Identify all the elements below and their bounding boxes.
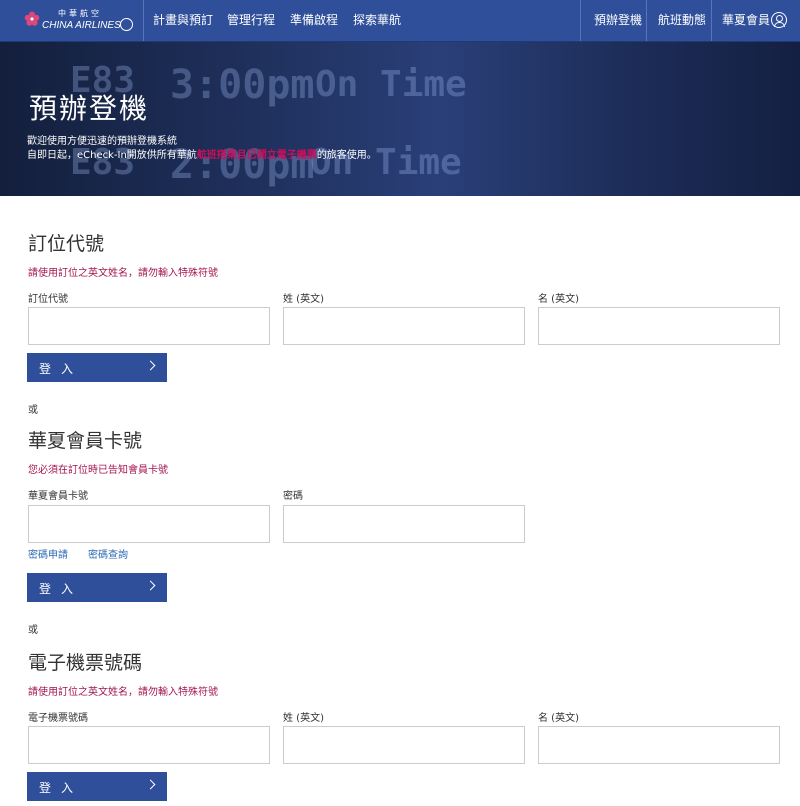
nav-explore[interactable]: 探索華航 [353,0,401,41]
chevron-right-icon [145,580,156,591]
eticket-input[interactable] [28,726,270,764]
last-name-input[interactable] [283,726,525,764]
field-label-last-name: 姓 (英文) [283,713,324,724]
first-name-input[interactable] [538,307,780,345]
password-query-link[interactable]: 密碼查詢 [88,546,128,561]
field-label-password: 密碼 [283,491,303,502]
section-title-eticket: 電子機票號碼 [28,652,143,674]
nav-plan-book[interactable]: 計畫與預訂 [153,0,213,41]
section-note: 請使用訂位之英文姓名，請勿輸入特殊符號 [28,268,218,279]
nav-online-checkin[interactable]: 預辦登機 [594,0,642,41]
login-button-label: 登入 [39,781,84,795]
intro-text: 自即日起，eCheck-In開放供所有華航航班搭乘且已開立電子機票的旅客使用。 [27,150,377,161]
chevron-right-icon [145,779,156,790]
login-button-label: 登入 [39,582,84,596]
section-title-booking-ref: 訂位代號 [28,233,105,255]
plum-blossom-icon [24,11,40,26]
member-card-input[interactable] [28,505,270,543]
logo-english-text: CHINA AIRLINES [42,20,121,31]
nav-divider [580,0,581,41]
password-input[interactable] [283,505,525,543]
login-button-label: 登入 [39,362,84,376]
last-name-input[interactable] [283,307,525,345]
section-title-member-card: 華夏會員卡號 [28,430,143,452]
user-account-icon[interactable] [771,12,787,28]
hero-banner: E83 3:00pm On Time E83 2:00pm On Time 預辦… [0,42,800,196]
field-label-booking-ref: 訂位代號 [28,294,68,305]
login-button-eticket[interactable]: 登入 [27,772,167,801]
login-button-member[interactable]: 登入 [27,573,167,602]
login-button-booking-ref[interactable]: 登入 [27,353,167,382]
booking-ref-input[interactable] [28,307,270,345]
or-divider: 或 [28,625,38,636]
skyteam-icon [120,18,133,31]
field-label-first-name: 名 (英文) [538,294,579,305]
intro-text: 歡迎使用方便迅速的預辦登機系統 [27,136,177,147]
page-title: 預辦登機 [29,92,150,125]
china-airlines-logo[interactable]: 中華航空 CHINA AIRLINES [0,0,144,41]
field-label-member-card: 華夏會員卡號 [28,491,88,502]
nav-divider [711,0,712,41]
top-navigation: 中華航空 CHINA AIRLINES 計畫與預訂 管理行程 準備啟程 探索華航… [0,0,800,42]
first-name-input[interactable] [538,726,780,764]
flight-board-text: 3:00pm [170,62,315,108]
field-label-eticket: 電子機票號碼 [28,713,88,724]
nav-manage-trip[interactable]: 管理行程 [227,0,275,41]
nav-divider [646,0,647,41]
field-label-last-name: 姓 (英文) [283,294,324,305]
section-note: 請使用訂位之英文姓名，請勿輸入特殊符號 [28,687,218,698]
nav-flight-status[interactable]: 航班動態 [658,0,706,41]
flight-board-text: On Time [315,64,467,105]
logo-chinese-text: 中華航空 [58,9,102,18]
nav-member[interactable]: 華夏會員 [722,0,770,41]
or-divider: 或 [28,405,38,416]
chevron-right-icon [145,360,156,371]
nav-prepare-trip[interactable]: 準備啟程 [290,0,338,41]
field-label-first-name: 名 (英文) [538,713,579,724]
intro-highlight: 航班搭乘且已開立電子機票 [196,150,317,161]
section-note: 您必須在訂位時已告知會員卡號 [28,465,168,476]
password-apply-link[interactable]: 密碼申請 [28,546,68,561]
